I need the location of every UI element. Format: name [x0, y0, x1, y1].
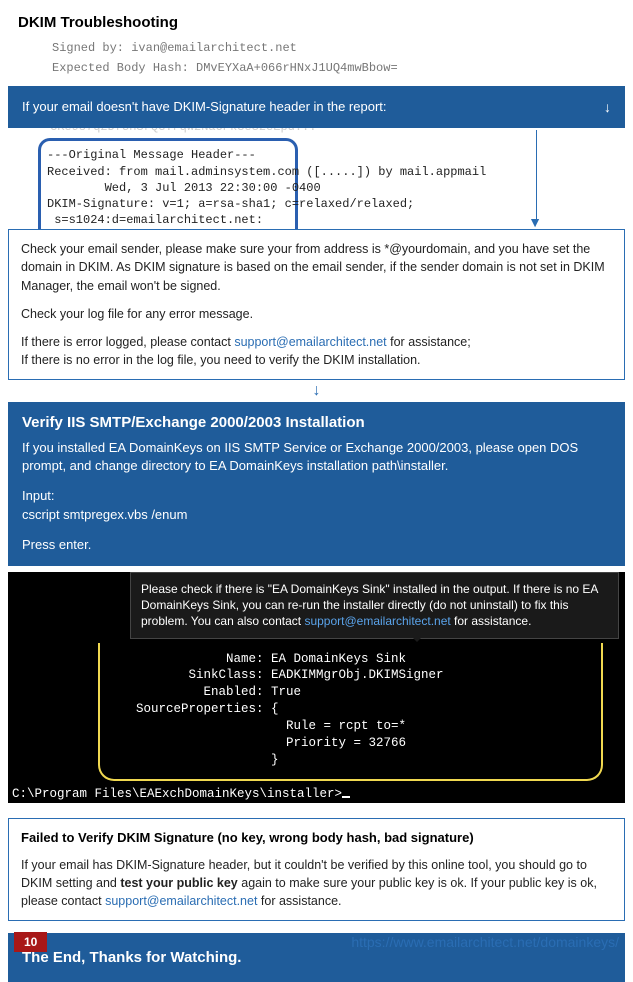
verify-press-enter: Press enter.: [22, 536, 611, 554]
faded-code-line-2: Expected Body Hash: DMvEYXaA+066rHNxJ1UQ…: [0, 59, 633, 79]
support-email-link-2[interactable]: support@emailarchitect.net: [304, 614, 450, 628]
original-header-snippet: ---Original Message Header--- Received: …: [38, 138, 298, 230]
check-error-pre: If there is error logged, please contact: [21, 335, 234, 349]
flow-arrow-line-right: [536, 130, 537, 220]
cursor-icon: [342, 796, 350, 798]
verify-install-p1: If you installed EA DomainKeys on IIS SM…: [22, 439, 611, 475]
support-email-link-1[interactable]: support@emailarchitect.net: [234, 335, 386, 349]
failed-verify-head: Failed to Verify DKIM Signature (no key,…: [21, 829, 612, 848]
arrow-down-icon: ↓: [604, 99, 611, 115]
failed-bold: test your public key: [120, 876, 237, 890]
verify-cmd: cscript smtpregex.vbs /enum: [22, 507, 187, 522]
terminal-tooltip: Please check if there is "EA DomainKeys …: [130, 572, 619, 639]
tooltip-text-2: for assistance.: [451, 614, 532, 628]
faded-code-line-1: Signed by: ivan@emailarchitect.net: [0, 39, 633, 59]
info-box-no-header-text: If your email doesn't have DKIM-Signatur…: [22, 98, 387, 116]
terminal-prompt: C:\Program Files\EAExchDomainKeys\instal…: [8, 785, 625, 803]
failed-verify-box: Failed to Verify DKIM Signature (no key,…: [8, 818, 625, 921]
flow-arrow-mid: ↓: [0, 380, 633, 402]
verify-install-head: Verify IIS SMTP/Exchange 2000/2003 Insta…: [22, 414, 611, 431]
terminal-highlight-frame: Name: EA DomainKeys Sink SinkClass: EADK…: [98, 643, 603, 781]
check-error-post: for assistance;: [387, 335, 471, 349]
terminal-window: Please check if there is "EA DomainKeys …: [8, 572, 625, 808]
verify-install-box: Verify IIS SMTP/Exchange 2000/2003 Insta…: [8, 402, 625, 566]
page-footer: 10 https://www.emailarchitect.net/domain…: [0, 932, 633, 952]
page-number-badge: 10: [14, 932, 47, 952]
terminal-output: Name: EA DomainKeys Sink SinkClass: EADK…: [122, 643, 593, 773]
check-noerror: If there is no error in the log file, yo…: [21, 353, 421, 367]
check-sender-box: Check your email sender, please make sur…: [8, 229, 625, 380]
check-sender-p1: Check your email sender, please make sur…: [21, 240, 612, 294]
info-box-no-header: If your email doesn't have DKIM-Signatur…: [8, 86, 625, 128]
footer-url-link[interactable]: https://www.emailarchitect.net/domainkey…: [351, 934, 619, 950]
flow-arrow-down-right: ▼: [528, 214, 542, 230]
failed-p1c: for assistance.: [257, 894, 341, 908]
support-email-link-3[interactable]: support@emailarchitect.net: [105, 894, 257, 908]
page-title: DKIM Troubleshooting: [0, 0, 633, 39]
check-log-p: Check your log file for any error messag…: [21, 305, 612, 323]
verify-input-label: Input:: [22, 488, 55, 503]
